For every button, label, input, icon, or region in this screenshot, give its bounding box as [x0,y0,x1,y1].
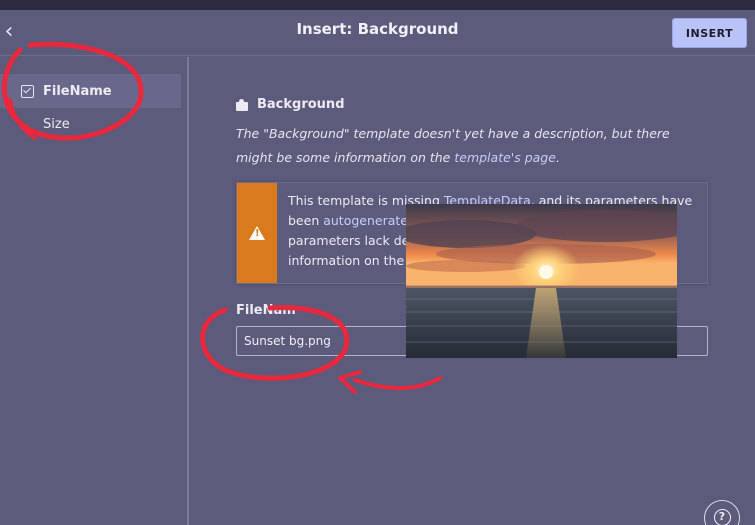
sunset-over-sea-image [406,204,677,358]
notice-line-2-text: been [288,213,324,228]
template-heading: Background [236,97,345,112]
template-page-link[interactable]: template's page [454,150,556,165]
sidebar-item-filename[interactable]: FileName [0,74,181,108]
filename-input-value: Sunset bg.png [244,334,331,348]
checkbox-icon[interactable] [21,84,34,98]
sidebar-item-label: FileName [43,83,112,99]
window-top-strip [0,0,755,10]
sidebar-item-size[interactable]: Size [0,107,181,141]
autogenerated-link[interactable]: autogenerate [323,213,408,228]
warning-icon [249,226,265,240]
description-text: The "Background" template doesn't yet ha… [236,126,670,165]
description-end: . [555,150,560,165]
sidebar-item-label: Size [43,116,70,132]
notice-bar [237,183,277,283]
filename-field-label: FileNam [236,303,296,318]
puzzle-icon [236,98,250,111]
help-icon: ? [713,509,731,525]
dialog-title: Insert: Background [296,20,459,38]
dialog-header: ‹ Insert: Background INSERT [0,10,755,56]
insert-button[interactable]: INSERT [672,18,747,48]
template-name: Background [257,97,345,112]
template-description: The "Background" template doesn't yet ha… [236,122,706,170]
parameters-sidebar: FileName Size [0,57,189,525]
